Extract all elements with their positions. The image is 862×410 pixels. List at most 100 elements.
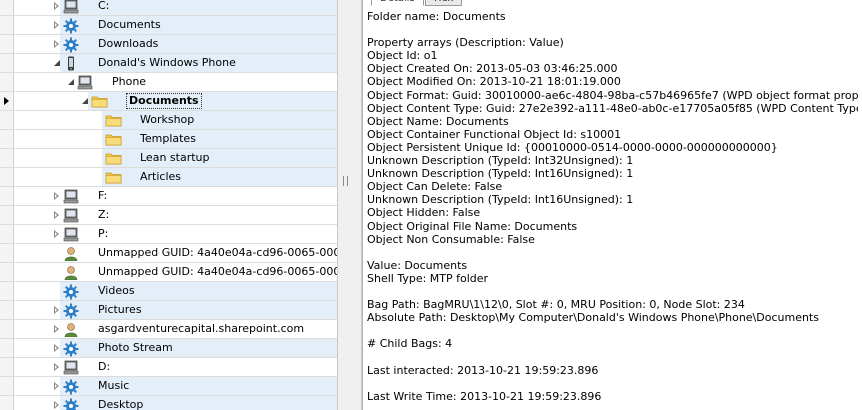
collapse-arrow-icon[interactable]	[82, 98, 88, 104]
shellbag-tree[interactable]: C: Documents Downloads Donald's Windows Pho…	[0, 0, 338, 410]
folder-icon	[105, 170, 122, 185]
row-background	[102, 168, 337, 186]
tree-item-label: Articles	[140, 170, 182, 183]
tree-item-label: Downloads	[98, 37, 159, 50]
folder-icon	[91, 94, 108, 109]
tree-row[interactable]: Workshop	[0, 111, 337, 130]
expand-arrow-icon[interactable]	[54, 363, 59, 371]
detail-line: Shell Type: MTP folder	[367, 271, 489, 285]
tree-row[interactable]: D:	[0, 358, 337, 377]
expand-arrow-icon[interactable]	[54, 306, 59, 314]
phone-icon	[63, 56, 79, 71]
drive-icon	[63, 227, 79, 242]
row-selector[interactable]	[0, 73, 14, 91]
row-selector[interactable]	[0, 35, 14, 53]
tree-row[interactable]: Unmapped GUID: 4a40e04a-cd96-0065-0000-.…	[0, 244, 338, 263]
expand-arrow-icon[interactable]	[54, 230, 59, 238]
row-selector[interactable]	[0, 206, 14, 224]
detail-line: Object Modified On: 2013-10-21 18:01:19.…	[367, 75, 621, 89]
expand-arrow-icon[interactable]	[54, 382, 59, 390]
tree-row[interactable]: Lean startup	[0, 149, 337, 168]
tree-row[interactable]: Donald's Windows Phone	[0, 54, 337, 73]
row-selector[interactable]	[0, 244, 14, 262]
collapse-arrow-icon[interactable]	[68, 79, 74, 85]
row-selector[interactable]	[0, 377, 14, 395]
details-tabs: DetailsHex	[363, 0, 862, 8]
tree-row[interactable]: F:	[0, 187, 337, 206]
row-selector[interactable]	[0, 0, 14, 15]
tree-item-label: Donald's Windows Phone	[98, 56, 236, 69]
row-selector[interactable]	[0, 263, 14, 281]
tree-item-label: D:	[98, 360, 111, 373]
detail-line: Object Non Consumable: False	[367, 232, 535, 246]
row-selector[interactable]	[0, 168, 14, 186]
detail-line	[367, 285, 858, 298]
tree-row[interactable]: Downloads	[0, 35, 337, 54]
tab-details[interactable]: Details	[371, 0, 424, 6]
tree-row[interactable]: P:	[0, 225, 337, 244]
expand-arrow-icon[interactable]	[54, 344, 59, 352]
gear-icon	[63, 284, 79, 300]
folder-icon	[105, 151, 122, 166]
expand-arrow-icon[interactable]	[54, 211, 59, 219]
row-selector[interactable]	[0, 282, 14, 300]
collapse-arrow-icon[interactable]	[54, 60, 60, 66]
tree-item-label: Music	[98, 379, 130, 392]
expand-arrow-icon[interactable]	[54, 325, 59, 333]
tree-row[interactable]: Videos	[0, 282, 337, 301]
expand-arrow-icon[interactable]	[54, 21, 59, 29]
tree-row[interactable]: C:	[0, 0, 337, 16]
expand-arrow-icon[interactable]	[54, 40, 59, 48]
splitter-grip-icon	[343, 176, 348, 186]
row-background	[102, 130, 337, 148]
detail-line: Object Content Type: Guid: 27e2e392-a111…	[367, 101, 858, 115]
pane-splitter[interactable]	[338, 0, 362, 410]
row-selector[interactable]	[0, 187, 14, 205]
tree-row[interactable]: Unmapped GUID: 4a40e04a-cd96-0065-0000-.…	[0, 263, 337, 282]
row-selector[interactable]	[0, 130, 14, 148]
tree-row[interactable]: Documents	[0, 16, 337, 35]
tree-row[interactable]: Documents	[0, 92, 337, 111]
detail-line	[367, 350, 858, 363]
tab-hex[interactable]: Hex	[425, 0, 463, 6]
row-selector[interactable]	[0, 225, 14, 243]
row-selector[interactable]	[0, 111, 14, 129]
tree-row[interactable]: Music	[0, 377, 337, 396]
tree-row[interactable]: Articles	[0, 168, 337, 187]
drive-icon	[63, 189, 79, 204]
detail-line: Unknown Description (TypeId: Int16Unsign…	[367, 167, 634, 181]
gear-icon	[63, 379, 79, 395]
row-selector[interactable]	[0, 396, 14, 410]
detail-line: Object Original File Name: Documents	[367, 219, 578, 233]
tree-item-label: Desktop	[98, 398, 144, 410]
expand-arrow-icon[interactable]	[54, 2, 59, 10]
detail-line: Value: Documents	[367, 258, 468, 272]
tree-row[interactable]: Phone	[0, 73, 337, 92]
row-selector[interactable]	[0, 339, 14, 357]
expand-arrow-icon[interactable]	[54, 192, 59, 200]
tree-item-label: Phone	[112, 75, 147, 88]
gear-icon	[63, 18, 79, 34]
tree-row[interactable]: Z:	[0, 206, 337, 225]
gear-icon	[63, 341, 79, 357]
row-selector[interactable]	[0, 54, 14, 72]
tree-item-label: Unmapped GUID: 4a40e04a-cd96-0065-0000-.…	[98, 246, 338, 259]
tree-row[interactable]: Pictures	[0, 301, 337, 320]
row-selector[interactable]	[0, 358, 14, 376]
tree-row[interactable]: Desktop	[0, 396, 337, 410]
row-selector[interactable]	[0, 301, 14, 319]
folder-icon	[105, 132, 122, 147]
tree-row[interactable]: asgardventurecapital.sharepoint.com	[0, 320, 337, 339]
row-selector[interactable]	[0, 16, 14, 34]
tree-item-label: Templates	[140, 132, 196, 145]
row-selector[interactable]	[0, 320, 14, 338]
expand-arrow-icon[interactable]	[54, 401, 59, 409]
tree-item-label: Z:	[98, 208, 110, 221]
row-selector[interactable]	[0, 92, 14, 110]
drive-icon	[63, 208, 79, 223]
row-selector[interactable]	[0, 149, 14, 167]
detail-line: Bag Path: BagMRU\1\12\0, Slot #: 0, MRU …	[367, 298, 745, 312]
drive-icon	[63, 360, 79, 375]
tree-row[interactable]: Templates	[0, 130, 337, 149]
tree-row[interactable]: Photo Stream	[0, 339, 337, 358]
